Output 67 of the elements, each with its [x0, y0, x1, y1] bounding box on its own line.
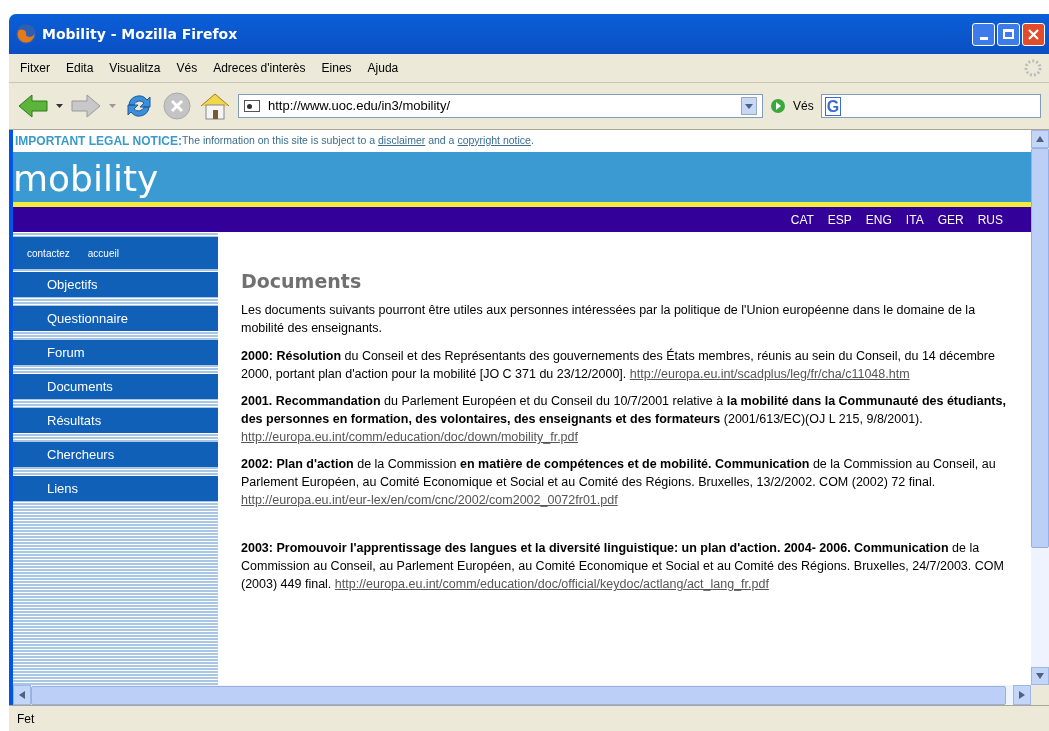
- menu-item[interactable]: Ajuda: [359, 59, 407, 77]
- document-entry: 2000: Résolution du Conseil et des Représentants des gouvernements des États membres, réunis au sein du Conseil, du 14 décembre 2000, portant plan d'action pour la mobilité [JO C 371 du 23/12/2000]. http://europa.eu.int/scadplus/leg/fr/cha/c11048.htm: [241, 347, 996, 383]
- chevron-down-icon: [1036, 673, 1044, 679]
- scroll-left-button[interactable]: [13, 685, 31, 705]
- minimize-button[interactable]: [972, 22, 995, 46]
- go-icon[interactable]: [770, 98, 786, 114]
- sidebar-item[interactable]: Questionnaire: [13, 306, 218, 331]
- chevron-down-icon: [745, 103, 753, 109]
- fox-globe-icon: [15, 23, 37, 45]
- sidebar-item[interactable]: Résultats: [13, 408, 218, 433]
- menu-item[interactable]: Visualitza: [101, 59, 169, 77]
- menu-item[interactable]: Vés: [168, 59, 206, 77]
- scroll-thumb[interactable]: [1031, 148, 1049, 548]
- maximize-icon: [1003, 29, 1014, 39]
- document-link[interactable]: http://europa.eu.int/comm/education/doc/official/keydoc/actlang/act_lang_fr.pdf: [334, 577, 769, 591]
- home-icon[interactable]: [199, 91, 231, 121]
- chevron-left-icon: [19, 691, 25, 699]
- maximize-button[interactable]: [997, 22, 1020, 46]
- status-text: Fet: [17, 710, 35, 728]
- sidebar-top-link[interactable]: contactez: [27, 245, 70, 261]
- menu-item[interactable]: Eines: [313, 59, 360, 77]
- copyright-link[interactable]: copyright notice: [457, 133, 531, 149]
- language-link[interactable]: RUS: [977, 210, 1003, 229]
- close-button[interactable]: [1022, 22, 1045, 46]
- language-link[interactable]: ENG: [865, 210, 892, 229]
- throbber-icon: [1023, 58, 1043, 78]
- sidebar-item[interactable]: Documents: [13, 374, 218, 399]
- close-icon: [1028, 28, 1039, 40]
- page-heading: Documents: [241, 272, 363, 290]
- document-entry: 2001. Recommandation du Parlement Européen et du Conseil du 10/7/2001 relative à la mobilité dans la Communauté des étudiants, des personnes en formation, des volontaires, des enseignants et des formateurs (2001/613/EC)(OJ L 215, 9/8/2001). http://europa.eu.int/comm/education/doc/down/mobility_fr.pdf: [241, 393, 1007, 446]
- search-field[interactable]: G: [820, 94, 1041, 118]
- language-link[interactable]: ESP: [827, 210, 852, 229]
- disclaimer-link[interactable]: disclaimer: [378, 133, 426, 149]
- site-logo: mobility: [13, 157, 159, 201]
- sidebar-item[interactable]: Forum: [13, 340, 218, 365]
- sidebar-item[interactable]: Chercheurs: [13, 442, 218, 467]
- scroll-right-button[interactable]: [1013, 685, 1031, 705]
- document-link[interactable]: http://europa.eu.int/comm/education/doc/down/mobility_fr.pdf: [241, 430, 578, 444]
- language-link[interactable]: ITA: [905, 210, 924, 229]
- vertical-scrollbar[interactable]: [1031, 130, 1049, 705]
- intro-paragraph: Les documents suivants pourront être utiles aux personnes intéressées par la politique de l'Union européenne dans le domaine de la mobilité des enseignants.: [241, 302, 977, 337]
- scroll-up-button[interactable]: [1031, 130, 1049, 148]
- sidebar-item[interactable]: Liens: [13, 476, 218, 501]
- scroll-down-button[interactable]: [1031, 667, 1049, 685]
- language-link[interactable]: GER: [937, 210, 964, 229]
- go-label[interactable]: Vés: [793, 97, 814, 115]
- sidebar-top-link[interactable]: accueil: [87, 245, 119, 261]
- document-entry: 2002: Plan d'action de la Commission en matière de compétences et de mobilité. Communication de la Commission au Conseil, au Parlement Européen, au Comité Economique et Social et au Comité des Régions. Bruxelles, 13/2/2002. COM (2002) 72 final. http://europa.eu.int/eur-lex/en/com/cnc/2002/com2002_0072fr01.pdf: [241, 456, 997, 509]
- legal-notice: IMPORTANT LEGAL NOTICE:The information on this site is subject to a disclaimer and a copyright notice.: [14, 132, 535, 151]
- document-link[interactable]: http://europa.eu.int/eur-lex/en/com/cnc/2002/com2002_0072fr01.pdf: [241, 493, 618, 507]
- chevron-up-icon: [1036, 136, 1044, 142]
- menu-item[interactable]: Adreces d'interès: [205, 59, 314, 77]
- window-title: Mobility - Mozilla Firefox: [42, 24, 239, 44]
- page-icon: [244, 100, 260, 112]
- language-link[interactable]: CAT: [790, 210, 814, 229]
- document-link[interactable]: http://europa.eu.int/scadplus/leg/fr/cha/c11048.htm: [629, 367, 910, 381]
- menu-item[interactable]: Edita: [58, 59, 102, 77]
- chevron-right-icon: [1019, 691, 1025, 699]
- stop-icon[interactable]: [162, 91, 192, 121]
- sidebar-item[interactable]: Objectifs: [13, 272, 218, 297]
- dropdown-caret-icon[interactable]: [56, 104, 63, 108]
- minimize-icon: [979, 36, 988, 40]
- address-field[interactable]: http://www.uoc.edu/in3/mobility/: [238, 94, 763, 118]
- document-entry: 2003: Promouvoir l'apprentissage des langues et la diversité linguistique: un plan d'action. 2004- 2006. Communication de la Commission au Conseil, au Parlement Européen, au Comité Economique et Social et au Comité des Régions. Bruxelles, 24/7/2003. COM (2003) 449 final. http://europa.eu.int/comm/education/doc/official/keydoc/actlang/act_lang_fr.pdf: [241, 540, 1005, 593]
- dropdown-button[interactable]: [741, 97, 757, 115]
- back-arrow-icon[interactable]: [17, 93, 49, 119]
- menu-item[interactable]: Fitxer: [12, 59, 58, 77]
